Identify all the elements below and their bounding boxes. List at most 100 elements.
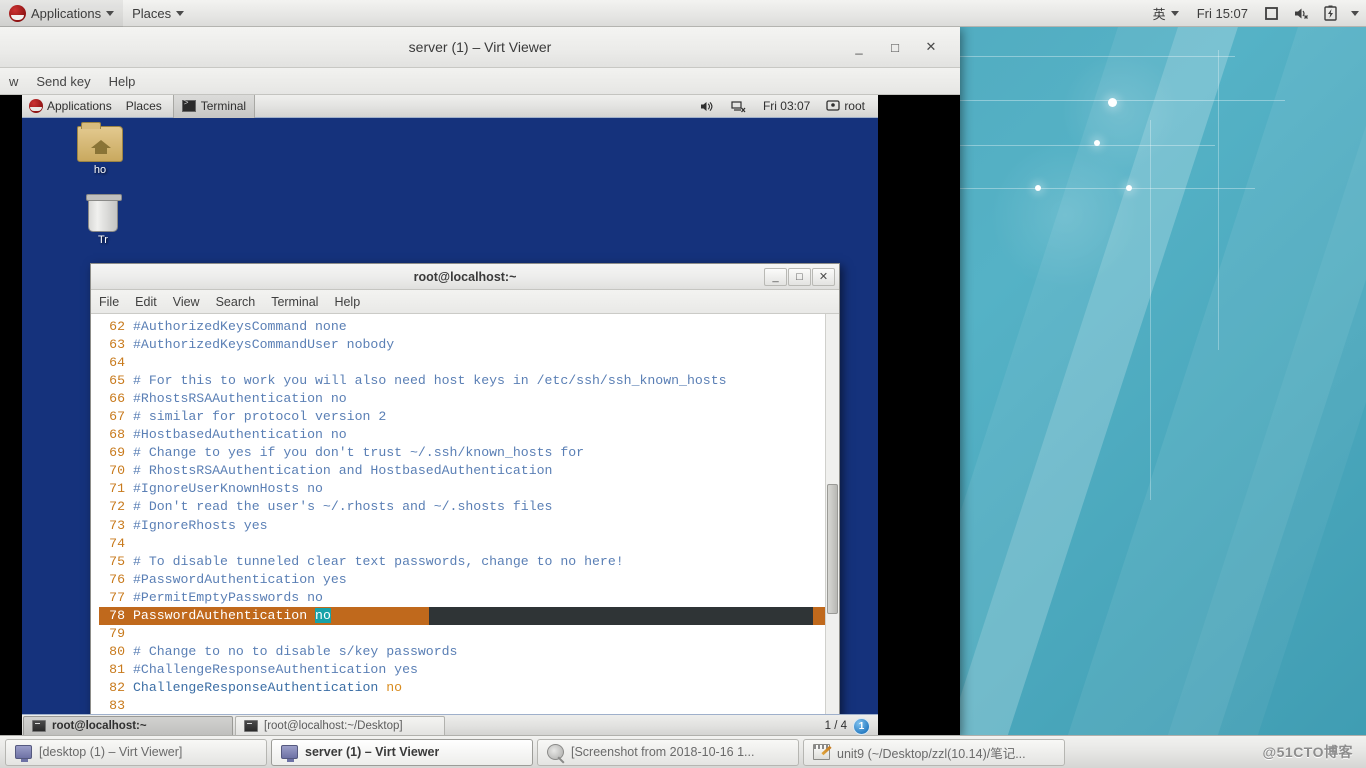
- terminal-scrollbar[interactable]: [825, 314, 839, 720]
- desktop-icon-home-label: ho: [93, 164, 107, 176]
- maximize-button[interactable]: □: [882, 34, 908, 60]
- host-top-panel: Applications Places 英 Fri 15:07: [0, 0, 1366, 27]
- vim-line-number: 63: [109, 337, 125, 353]
- terminal-icon: [32, 720, 46, 732]
- terminal-close-button[interactable]: ✕: [812, 267, 835, 286]
- menu-send-key[interactable]: Send key: [27, 72, 99, 91]
- battery-charging-icon[interactable]: [1317, 0, 1344, 27]
- terminal-menu-search[interactable]: Search: [208, 294, 264, 310]
- vim-line-number: 69: [109, 445, 125, 461]
- guest-user-menu[interactable]: root: [819, 95, 872, 118]
- vim-line[interactable]: 81 #ChallengeResponseAuthentication yes: [99, 661, 825, 679]
- watermark: @51CTO博客: [1262, 744, 1353, 760]
- host-taskbar-item-label: [Screenshot from 2018-10-16 1...: [571, 745, 755, 759]
- host-taskbar-item-unit9-note[interactable]: unit9 (~/Desktop/zzl(10.14)/笔记...: [803, 738, 1065, 766]
- vim-line-number: 83: [109, 697, 125, 713]
- vim-line-text: # For this to work you will also need ho…: [133, 373, 727, 389]
- desktop-icon-trash[interactable]: Tr: [70, 194, 136, 246]
- terminal-menu-view[interactable]: View: [165, 294, 208, 310]
- vim-line-number: 65: [109, 373, 125, 389]
- vim-line[interactable]: 70 # RhostsRSAAuthentication and Hostbase…: [99, 462, 825, 480]
- network-disconnected-icon[interactable]: [724, 95, 754, 118]
- host-taskbar-item-screenshot[interactable]: [Screenshot from 2018-10-16 1...: [537, 738, 799, 766]
- volume-icon[interactable]: [693, 95, 722, 118]
- vim-line-number: 76: [109, 571, 125, 587]
- applications-menu-label: Applications: [31, 5, 102, 21]
- display-icon[interactable]: [1257, 0, 1286, 27]
- desktop-icon-home[interactable]: ho: [67, 122, 133, 176]
- guest-applications-menu[interactable]: Applications: [22, 95, 119, 118]
- vim-line[interactable]: 67 # similar for protocol version 2: [99, 408, 825, 426]
- volume-muted-icon[interactable]: [1286, 0, 1317, 27]
- terminal-minimize-button[interactable]: _: [764, 267, 787, 286]
- vim-line[interactable]: 66 #RhostsRSAAuthentication no: [99, 390, 825, 408]
- workspace-badge[interactable]: 1: [853, 717, 870, 735]
- menu-view[interactable]: w: [0, 72, 27, 91]
- terminal-menu-file[interactable]: File: [91, 294, 127, 310]
- vim-line-text: #AuthorizedKeysCommand none: [133, 319, 347, 334]
- vim-line-number: 71: [109, 481, 125, 497]
- guest-taskbar-item-desktop-terminal[interactable]: [root@localhost:~/Desktop]: [235, 715, 445, 737]
- vim-line[interactable]: 74: [99, 535, 825, 553]
- guest-places-menu[interactable]: Places: [119, 95, 169, 118]
- vim-line-number: 77: [109, 589, 125, 605]
- vim-editor-text[interactable]: 62 #AuthorizedKeysCommand none 63 #Authoriz…: [91, 314, 825, 720]
- vim-line-text: #IgnoreRhosts yes: [133, 517, 268, 533]
- vim-line[interactable]: 72 # Don't read the user's ~/.rhosts and …: [99, 498, 825, 516]
- terminal-maximize-button[interactable]: □: [788, 267, 811, 286]
- minimize-button[interactable]: _: [846, 34, 872, 60]
- guest-window-menu-terminal[interactable]: Terminal: [172, 95, 256, 118]
- guest-applications-label: Applications: [47, 99, 112, 113]
- guest-clock[interactable]: Fri 03:07: [756, 95, 817, 118]
- vim-line[interactable]: 71 #IgnoreUserKnownHosts no: [99, 480, 825, 498]
- vim-line-text: #RhostsRSAAuthentication no: [133, 391, 347, 407]
- guest-workspace-switcher[interactable]: 1 / 4 1: [825, 717, 878, 735]
- vim-line-key: ChallengeResponseAuthentication: [133, 679, 387, 695]
- terminal-window[interactable]: root@localhost:~ _ □ ✕ File Edit View Se…: [90, 263, 840, 737]
- vim-line[interactable]: 76 #PasswordAuthentication yes: [99, 571, 825, 589]
- vim-line-key: PasswordAuthentication: [133, 607, 316, 623]
- terminal-titlebar[interactable]: root@localhost:~ _ □ ✕: [91, 264, 839, 290]
- host-taskbar-item-server-viewer[interactable]: server (1) – Virt Viewer: [271, 738, 533, 766]
- host-taskbar-item-desktop-viewer[interactable]: [desktop (1) – Virt Viewer]: [5, 738, 267, 766]
- menu-help[interactable]: Help: [100, 72, 145, 91]
- virt-viewer-window[interactable]: server (1) – Virt Viewer _ □ ✕ w Send ke…: [0, 27, 960, 737]
- wallpaper-line: [1150, 120, 1151, 500]
- vim-line[interactable]: 83: [99, 697, 825, 715]
- clock[interactable]: Fri 15:07: [1188, 0, 1257, 27]
- terminal-menu-terminal[interactable]: Terminal: [263, 294, 326, 310]
- vim-line[interactable]: 62 #AuthorizedKeysCommand none: [99, 318, 825, 336]
- terminal-menu-help[interactable]: Help: [326, 294, 368, 310]
- terminal-menu-edit[interactable]: Edit: [127, 294, 165, 310]
- virt-viewer-titlebar[interactable]: server (1) – Virt Viewer _ □ ✕: [0, 27, 960, 68]
- close-button[interactable]: ✕: [918, 34, 944, 60]
- screenshot-icon: [547, 744, 564, 760]
- vim-line[interactable]: 82 ChallengeResponseAuthentication no: [99, 679, 825, 697]
- guest-screen[interactable]: Applications Places Terminal: [22, 95, 878, 737]
- terminal-body[interactable]: 62 #AuthorizedKeysCommand none 63 #Authoriz…: [91, 314, 839, 720]
- guest-top-panel: Applications Places Terminal: [22, 95, 878, 118]
- vim-line[interactable]: 68 #HostbasedAuthentication no: [99, 426, 825, 444]
- scrollbar-thumb[interactable]: [827, 484, 838, 614]
- redhat-logo-icon: [29, 99, 43, 113]
- vim-line[interactable]: 73 #IgnoreRhosts yes: [99, 517, 825, 535]
- host-taskbar-item-label: unit9 (~/Desktop/zzl(10.14)/笔记...: [837, 746, 1026, 761]
- guest-active-task-label: Terminal: [200, 99, 247, 113]
- vim-line[interactable]: 80 # Change to no to disable s/key passwo…: [99, 643, 825, 661]
- vim-line[interactable]: 75 # To disable tunneled clear text passw…: [99, 553, 825, 571]
- chevron-down-icon[interactable]: [1344, 0, 1366, 27]
- vim-line[interactable]: 64: [99, 354, 825, 372]
- vim-line[interactable]: 65 # For this to work you will also need …: [99, 372, 825, 390]
- vim-line[interactable]: 77 #PermitEmptyPasswords no: [99, 589, 825, 607]
- guest-desktop[interactable]: ho Tr root@localhost:~ _ □ ✕ File Edit V…: [22, 118, 878, 737]
- vim-line[interactable]: 63 #AuthorizedKeysCommandUser nobody: [99, 336, 825, 354]
- guest-panel-tray: Fri 03:07 root: [693, 95, 878, 118]
- applications-menu[interactable]: Applications: [0, 0, 124, 27]
- places-menu[interactable]: Places: [123, 0, 193, 27]
- vim-line[interactable]: 69 # Change to yes if you don't trust ~/.…: [99, 444, 825, 462]
- vim-line[interactable]: 78 PasswordAuthentication no: [99, 606, 825, 625]
- vim-line[interactable]: 79: [99, 625, 825, 643]
- vim-line-text: #PasswordAuthentication yes: [133, 571, 347, 587]
- guest-taskbar-item-terminal[interactable]: root@localhost:~: [23, 715, 233, 737]
- input-method-indicator[interactable]: 英: [1144, 0, 1188, 27]
